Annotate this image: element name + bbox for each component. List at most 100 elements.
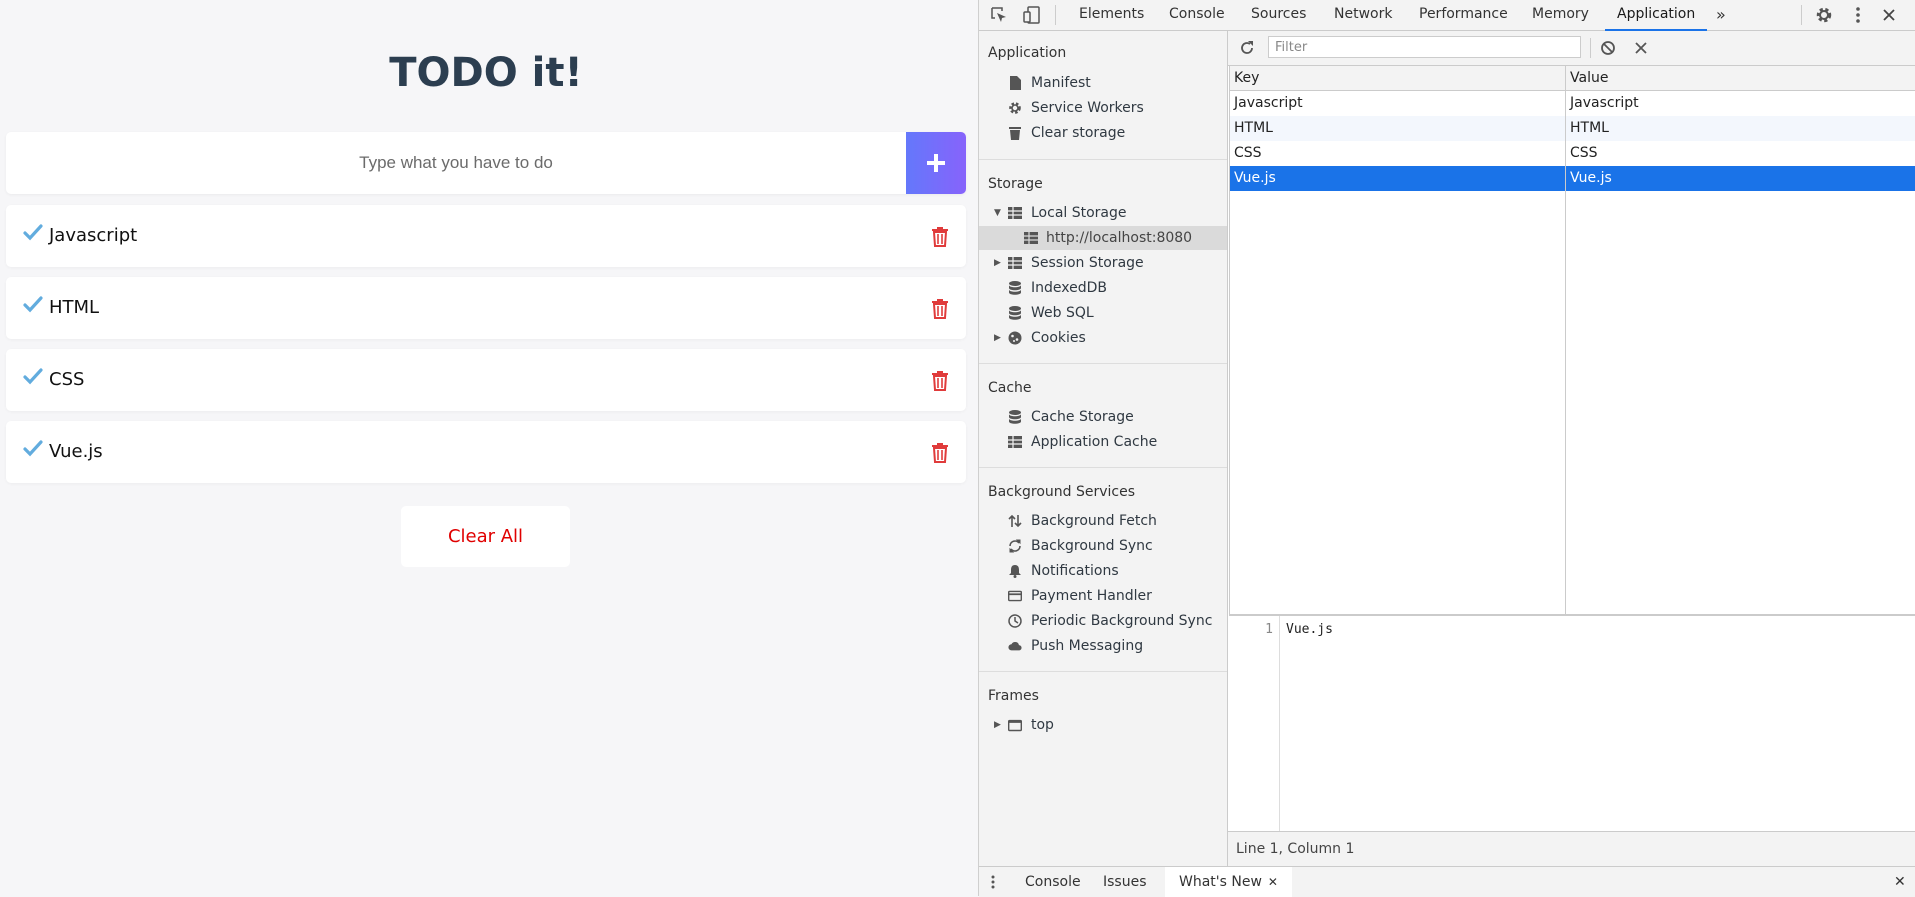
collapsed-triangle-icon[interactable]: ▶ [994, 251, 1001, 275]
todo-text: HTML [49, 297, 100, 318]
tab-memory[interactable]: Memory [1532, 0, 1589, 30]
devtools-panel: Elements Console Sources Network Perform… [978, 0, 1915, 897]
cell-key: CSS [1234, 145, 1262, 161]
sidebar-item-web-sql[interactable]: Web SQL [979, 301, 1227, 325]
tab-console[interactable]: Console [1169, 0, 1225, 30]
todo-list: Javascript HTML CSS Vue.js [6, 205, 966, 493]
cookie-icon [1008, 331, 1022, 345]
file-icon [1008, 76, 1022, 90]
todo-item: HTML [6, 277, 966, 339]
cloud-icon [1008, 639, 1022, 653]
tab-elements[interactable]: Elements [1079, 0, 1144, 30]
todo-input[interactable] [6, 132, 906, 194]
more-tabs-button[interactable]: » [1716, 0, 1726, 30]
table-grid-icon [1024, 231, 1038, 245]
sidebar-item-background-sync[interactable]: Background Sync [979, 534, 1227, 558]
kebab-menu-icon[interactable] [1848, 5, 1868, 25]
sidebar-item-periodic-background-sync[interactable]: Periodic Background Sync [979, 609, 1227, 633]
clear-all-block-icon[interactable] [1599, 39, 1617, 57]
cell-value: CSS [1570, 145, 1598, 161]
tab-network[interactable]: Network [1334, 0, 1392, 30]
sidebar-item-service-workers[interactable]: Service Workers [979, 96, 1227, 120]
sync-icon [1008, 539, 1022, 553]
sidebar-item-local-storage[interactable]: ▼ Local Storage [979, 201, 1227, 225]
sidebar-item-application-cache[interactable]: Application Cache [979, 430, 1227, 454]
cell-key: Javascript [1234, 95, 1303, 111]
drawer-tab-issues[interactable]: Issues [1103, 867, 1147, 897]
add-todo-button[interactable] [906, 132, 966, 194]
delete-selected-icon[interactable] [1632, 39, 1650, 57]
tab-performance[interactable]: Performance [1419, 0, 1508, 30]
check-icon[interactable] [23, 439, 43, 459]
sidebar-item-localhost-origin[interactable]: http://localhost:8080 [979, 226, 1227, 250]
preview-content[interactable]: Vue.js [1286, 622, 1333, 637]
sidebar-item-frame-top[interactable]: ▶ top [979, 713, 1227, 737]
column-header-key[interactable]: Key [1230, 66, 1259, 90]
check-icon[interactable] [23, 223, 43, 243]
check-icon[interactable] [23, 295, 43, 315]
sidebar-item-push-messaging[interactable]: Push Messaging [979, 634, 1227, 658]
todo-item: CSS [6, 349, 966, 411]
inspect-element-icon[interactable] [989, 5, 1009, 25]
sidebar-item-payment-handler[interactable]: Payment Handler [979, 584, 1227, 608]
sidebar-item-cache-storage[interactable]: Cache Storage [979, 405, 1227, 429]
up-down-arrows-icon [1008, 514, 1022, 528]
column-divider[interactable] [1565, 66, 1566, 614]
database-icon [1008, 281, 1022, 295]
gear-icon[interactable] [1814, 5, 1834, 25]
gear-icon [1008, 101, 1022, 115]
cursor-position: Line 1, Column 1 [1236, 841, 1355, 857]
table-row[interactable]: Javascript Javascript [1230, 91, 1915, 116]
check-icon[interactable] [23, 367, 43, 387]
drawer-tab-console[interactable]: Console [1025, 867, 1081, 897]
sidebar-item-indexeddb[interactable]: IndexedDB [979, 276, 1227, 300]
cell-key: Vue.js [1234, 170, 1276, 186]
tab-sources[interactable]: Sources [1251, 0, 1306, 30]
sidebar-item-notifications[interactable]: Notifications [979, 559, 1227, 583]
drawer-tab-whats-new[interactable]: What's New ✕ [1165, 867, 1292, 897]
sidebar-item-background-fetch[interactable]: Background Fetch [979, 509, 1227, 533]
sidebar-item-clear-storage[interactable]: Clear storage [979, 121, 1227, 145]
storage-table: Key Value Javascript Javascript HTML HTM… [1229, 66, 1915, 615]
refresh-icon[interactable] [1238, 39, 1256, 57]
sidebar-divider [979, 363, 1227, 364]
collapsed-triangle-icon[interactable]: ▶ [994, 326, 1001, 350]
table-row[interactable]: HTML HTML [1230, 116, 1915, 141]
trash-icon[interactable] [931, 370, 949, 391]
todo-app: TODO it! Javascript HTML CSS Vue.js Clea… [0, 0, 978, 896]
toolbar-divider [1055, 5, 1056, 25]
section-application: Application [988, 45, 1067, 61]
trash-icon[interactable] [931, 298, 949, 319]
value-preview: 1 Vue.js [1229, 615, 1915, 831]
status-bar: Line 1, Column 1 [1228, 831, 1915, 867]
clear-all-button[interactable]: Clear All [401, 506, 570, 567]
sidebar-divider [979, 467, 1227, 468]
close-tab-icon[interactable]: ✕ [1268, 875, 1278, 889]
trash-icon[interactable] [931, 442, 949, 463]
table-row[interactable]: CSS CSS [1230, 141, 1915, 166]
storage-view: Key Value Javascript Javascript HTML HTM… [1228, 31, 1915, 867]
cell-value: HTML [1570, 120, 1609, 136]
sidebar-item-session-storage[interactable]: ▶ Session Storage [979, 251, 1227, 275]
column-header-value[interactable]: Value [1566, 66, 1608, 90]
tab-application[interactable]: Application [1604, 0, 1708, 31]
devtools-drawer: Console Issues What's New ✕ ✕ [979, 866, 1915, 897]
sidebar-item-cookies[interactable]: ▶ Cookies [979, 326, 1227, 350]
application-sidebar: Application Manifest Service Workers Cle… [979, 31, 1228, 866]
filter-input[interactable] [1268, 36, 1581, 58]
line-number: 1 [1265, 622, 1273, 637]
drawer-menu-icon[interactable] [991, 867, 995, 897]
credit-card-icon [1008, 589, 1022, 603]
expanded-triangle-icon[interactable]: ▼ [994, 201, 1001, 225]
clock-icon [1008, 614, 1022, 628]
sidebar-item-manifest[interactable]: Manifest [979, 71, 1227, 95]
collapsed-triangle-icon[interactable]: ▶ [994, 713, 1001, 737]
trash-icon[interactable] [931, 226, 949, 247]
close-drawer-icon[interactable]: ✕ [1894, 867, 1906, 897]
table-row-selected[interactable]: Vue.js Vue.js [1230, 166, 1915, 191]
table-grid-icon [1008, 435, 1022, 449]
close-icon[interactable] [1879, 5, 1899, 25]
device-toolbar-icon[interactable] [1022, 5, 1042, 25]
storage-toolbar [1228, 31, 1915, 66]
todo-input-container [6, 132, 966, 194]
